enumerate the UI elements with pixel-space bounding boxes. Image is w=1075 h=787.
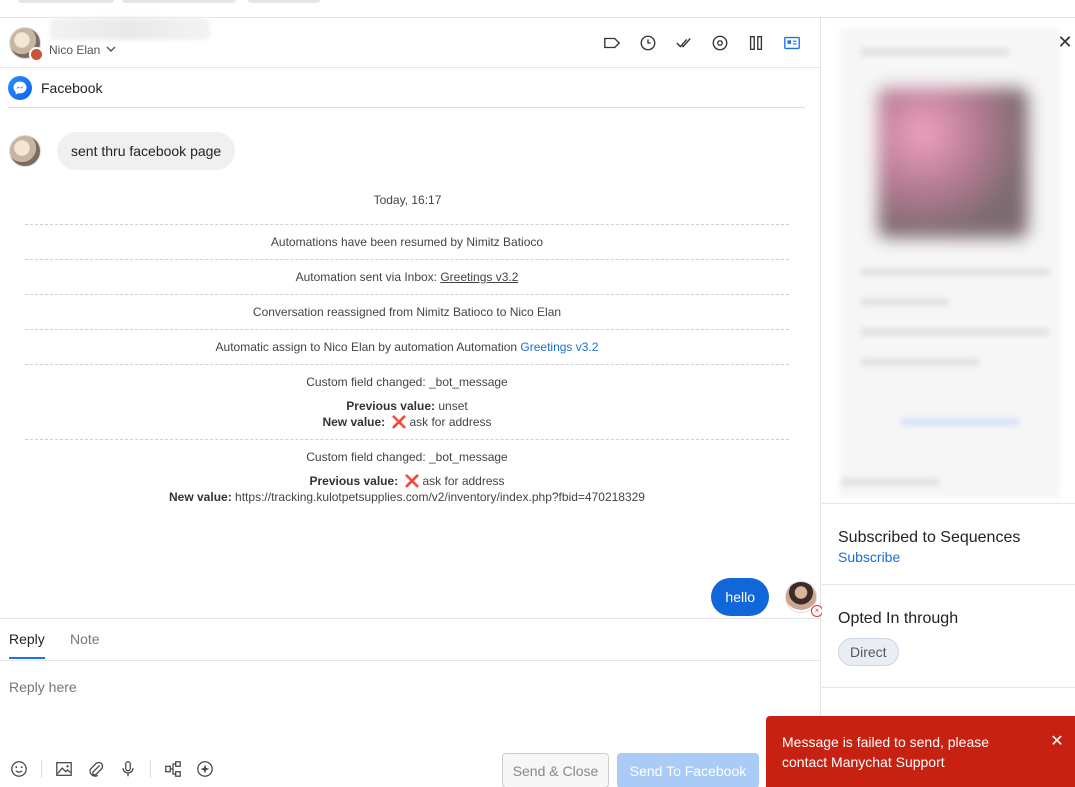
tab-note[interactable]: Note bbox=[70, 631, 100, 657]
top-strip bbox=[0, 0, 1075, 18]
microphone-icon[interactable] bbox=[118, 759, 138, 779]
conversation-header: Nico Elan bbox=[0, 18, 821, 68]
reply-input[interactable] bbox=[9, 679, 789, 695]
mark-done-check-icon[interactable] bbox=[673, 32, 695, 54]
columns-icon[interactable] bbox=[745, 32, 767, 54]
chat-bubble-icon[interactable] bbox=[709, 32, 731, 54]
image-icon[interactable] bbox=[54, 759, 74, 779]
event-automation-resumed: Automations have been resumed by Nimitz … bbox=[25, 224, 789, 259]
reply-composer: Reply Note Send bbox=[0, 618, 821, 787]
incoming-message-bubble: sent thru facebook page bbox=[57, 132, 236, 170]
composer-tabs: Reply Note bbox=[0, 619, 821, 661]
emoji-icon[interactable] bbox=[9, 759, 29, 779]
automation-link-greetings-2[interactable]: Greetings v3.2 bbox=[520, 340, 598, 354]
attachment-icon[interactable] bbox=[86, 759, 106, 779]
contact-sidebar: ✕ Subscribed to Sequences Subscribe Opte… bbox=[822, 18, 1075, 787]
send-to-facebook-button[interactable]: Send To Facebook bbox=[617, 753, 759, 787]
contact-name-redacted bbox=[50, 18, 210, 40]
profile-image-redacted bbox=[878, 88, 1028, 238]
send-and-close-button[interactable]: Send & Close bbox=[502, 753, 609, 787]
top-tab-ghost bbox=[18, 0, 114, 3]
event-conversation-reassigned: Conversation reassigned from Nimitz Bati… bbox=[25, 294, 789, 329]
toolbar-divider bbox=[150, 760, 151, 778]
close-icon[interactable]: ✕ bbox=[1047, 732, 1067, 752]
cross-mark-icon: ❌ bbox=[391, 415, 407, 429]
ai-assist-icon[interactable] bbox=[195, 759, 215, 779]
outgoing-message-bubble[interactable]: hello bbox=[711, 578, 769, 616]
previous-value-row: Previous value: ❌ ask for address bbox=[309, 474, 505, 488]
system-events: Automations have been resumed by Nimitz … bbox=[25, 224, 789, 514]
contact-details-redacted bbox=[840, 28, 1060, 498]
agent-avatar: × bbox=[785, 581, 823, 617]
conversation-panel: Nico Elan Facebook sent thru facebook pa… bbox=[0, 18, 823, 787]
cross-mark-icon: ❌ bbox=[404, 474, 420, 488]
top-tab-ghost bbox=[122, 0, 236, 3]
toolbar-divider bbox=[41, 760, 42, 778]
channel-tab[interactable]: Facebook bbox=[8, 68, 805, 108]
channel-label: Facebook bbox=[41, 79, 103, 96]
top-tab-ghost bbox=[248, 0, 320, 3]
subscribe-link[interactable]: Subscribe bbox=[838, 549, 1075, 565]
automation-link-greetings[interactable]: Greetings v3.2 bbox=[440, 270, 518, 284]
assignee-name: Nico Elan bbox=[49, 43, 101, 57]
event-custom-field-changed-1: Custom field changed: _bot_message Previ… bbox=[25, 364, 789, 439]
opted-in-title: Opted In through bbox=[838, 610, 959, 627]
toast-message: Message is failed to send, please contac… bbox=[782, 734, 990, 770]
previous-value-row: Previous value: unset bbox=[346, 399, 468, 413]
chevron-down-icon bbox=[106, 44, 116, 57]
contact-card-icon[interactable] bbox=[781, 32, 803, 54]
message-timestamp: Today, 16:17 bbox=[373, 193, 442, 207]
snooze-clock-icon[interactable] bbox=[637, 32, 659, 54]
message-thread: sent thru facebook page Today, 16:17 Aut… bbox=[0, 108, 823, 618]
incoming-message-row: sent thru facebook page bbox=[9, 132, 236, 170]
composer-tools bbox=[9, 759, 215, 779]
new-value-row: New value: ❌ ask for address bbox=[322, 415, 492, 429]
new-value-row: New value: https://tracking.kulotpetsupp… bbox=[169, 490, 645, 504]
header-toolbar bbox=[601, 32, 803, 54]
label-tag-icon[interactable] bbox=[601, 32, 623, 54]
tab-reply[interactable]: Reply bbox=[9, 631, 45, 659]
error-toast: Message is failed to send, please contac… bbox=[766, 716, 1075, 787]
opt-in-source-chip: Direct bbox=[838, 638, 899, 666]
contact-avatar-small bbox=[9, 135, 41, 167]
event-custom-field-changed-2: Custom field changed: _bot_message Previ… bbox=[25, 439, 789, 514]
assignee-dropdown[interactable]: Nico Elan bbox=[49, 43, 116, 57]
sequences-title: Subscribed to Sequences bbox=[838, 529, 1021, 546]
event-automatic-assign: Automatic assign to Nico Elan by automat… bbox=[25, 329, 789, 364]
flow-automation-icon[interactable] bbox=[163, 759, 183, 779]
sequences-section: Subscribed to Sequences Subscribe bbox=[822, 503, 1075, 585]
opted-in-section: Opted In through Direct bbox=[822, 584, 1075, 688]
channel-badge bbox=[29, 47, 44, 62]
outgoing-message-row: hello × bbox=[711, 578, 823, 617]
event-automation-sent: Automation sent via Inbox: Greetings v3.… bbox=[25, 259, 789, 294]
close-icon[interactable]: ✕ bbox=[1055, 32, 1075, 52]
messenger-icon bbox=[8, 75, 32, 100]
